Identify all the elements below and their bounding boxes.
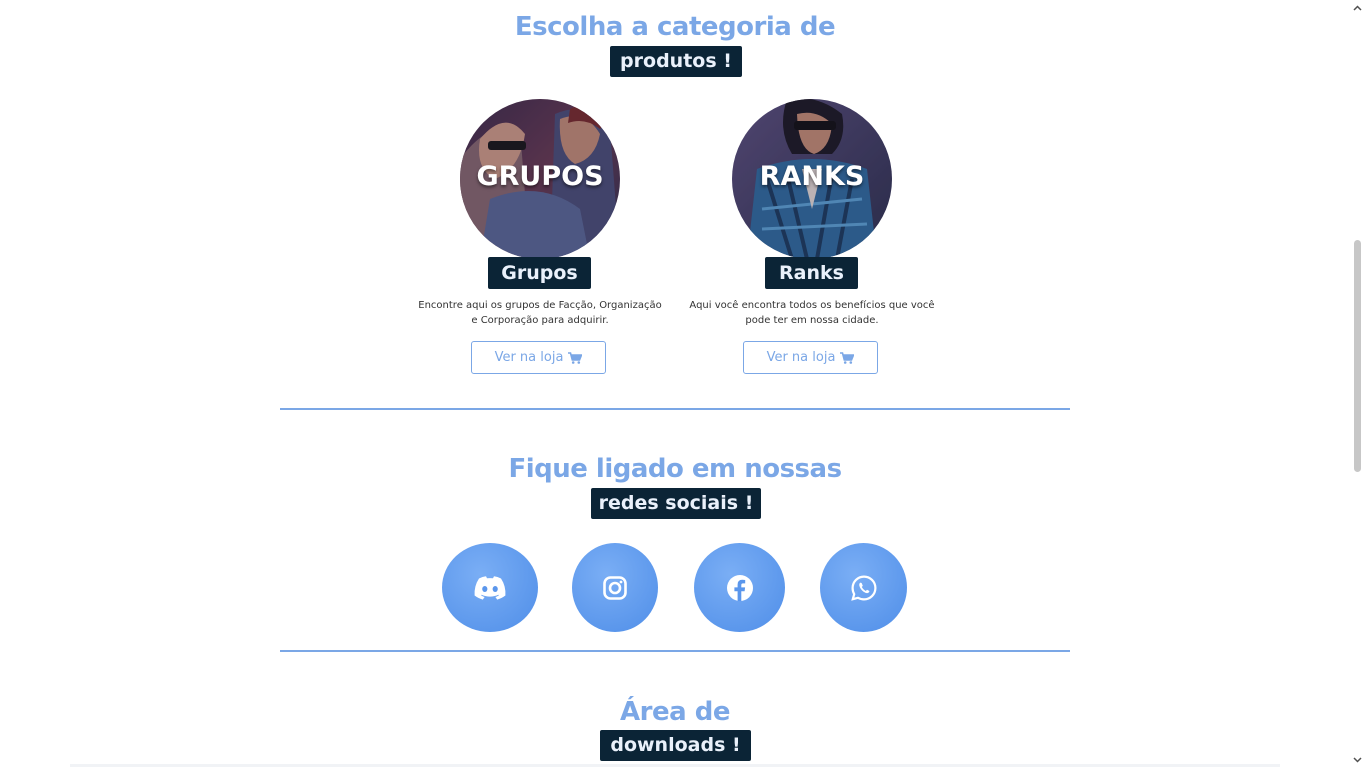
ranks-image-word: RANKS: [759, 161, 865, 192]
social-tag: redes sociais !: [591, 488, 761, 519]
page: Escolha a categoria de produtos ! GRUPOS…: [0, 0, 1350, 767]
discord-button[interactable]: [442, 543, 538, 632]
facebook-icon: [726, 574, 753, 601]
ranks-description-line2: pode ter em nossa cidade.: [745, 315, 879, 326]
grupos-description-line1: Encontre aqui os grupos de Facção, Organ…: [418, 300, 662, 311]
cart-icon: [840, 351, 855, 364]
downloads-title: Área de: [620, 697, 730, 727]
whatsapp-button[interactable]: [820, 543, 907, 632]
cart-icon: [568, 351, 583, 364]
grupos-label: Grupos: [488, 257, 591, 289]
downloads-tag: downloads !: [600, 730, 751, 761]
ranks-label: Ranks: [765, 257, 858, 289]
grupos-shop-button-label: Ver na loja: [494, 350, 564, 365]
ranks-description: Aqui você encontra todos os benefícios q…: [687, 298, 937, 328]
ranks-shop-button-label: Ver na loja: [766, 350, 836, 365]
section-divider: [280, 650, 1070, 652]
grupos-image[interactable]: GRUPOS: [460, 99, 620, 259]
page-scrollbar[interactable]: [1350, 0, 1365, 767]
chevron-down-icon: [1353, 756, 1362, 763]
scroll-thumb[interactable]: [1354, 240, 1361, 472]
discord-icon: [474, 575, 506, 600]
scroll-down-arrow[interactable]: [1350, 752, 1365, 767]
grupos-description-line2: e Corporação para adquirir.: [471, 315, 609, 326]
grupos-image-word: GRUPOS: [476, 161, 604, 192]
instagram-button[interactable]: [572, 543, 658, 632]
ranks-description-line1: Aqui você encontra todos os benefícios q…: [689, 300, 935, 311]
scroll-up-arrow[interactable]: [1350, 0, 1365, 15]
instagram-icon: [603, 575, 627, 600]
grupos-shop-button[interactable]: Ver na loja: [471, 341, 606, 374]
facebook-button[interactable]: [694, 543, 785, 632]
social-title: Fique ligado em nossas: [508, 454, 842, 484]
section-divider: [280, 408, 1070, 410]
chevron-up-icon: [1353, 4, 1362, 11]
whatsapp-icon: [850, 574, 876, 601]
categories-tag: produtos !: [610, 46, 742, 77]
ranks-image[interactable]: RANKS: [732, 99, 892, 259]
categories-title: Escolha a categoria de: [514, 12, 836, 42]
grupos-description: Encontre aqui os grupos de Facção, Organ…: [415, 298, 665, 328]
ranks-shop-button[interactable]: Ver na loja: [743, 341, 878, 374]
